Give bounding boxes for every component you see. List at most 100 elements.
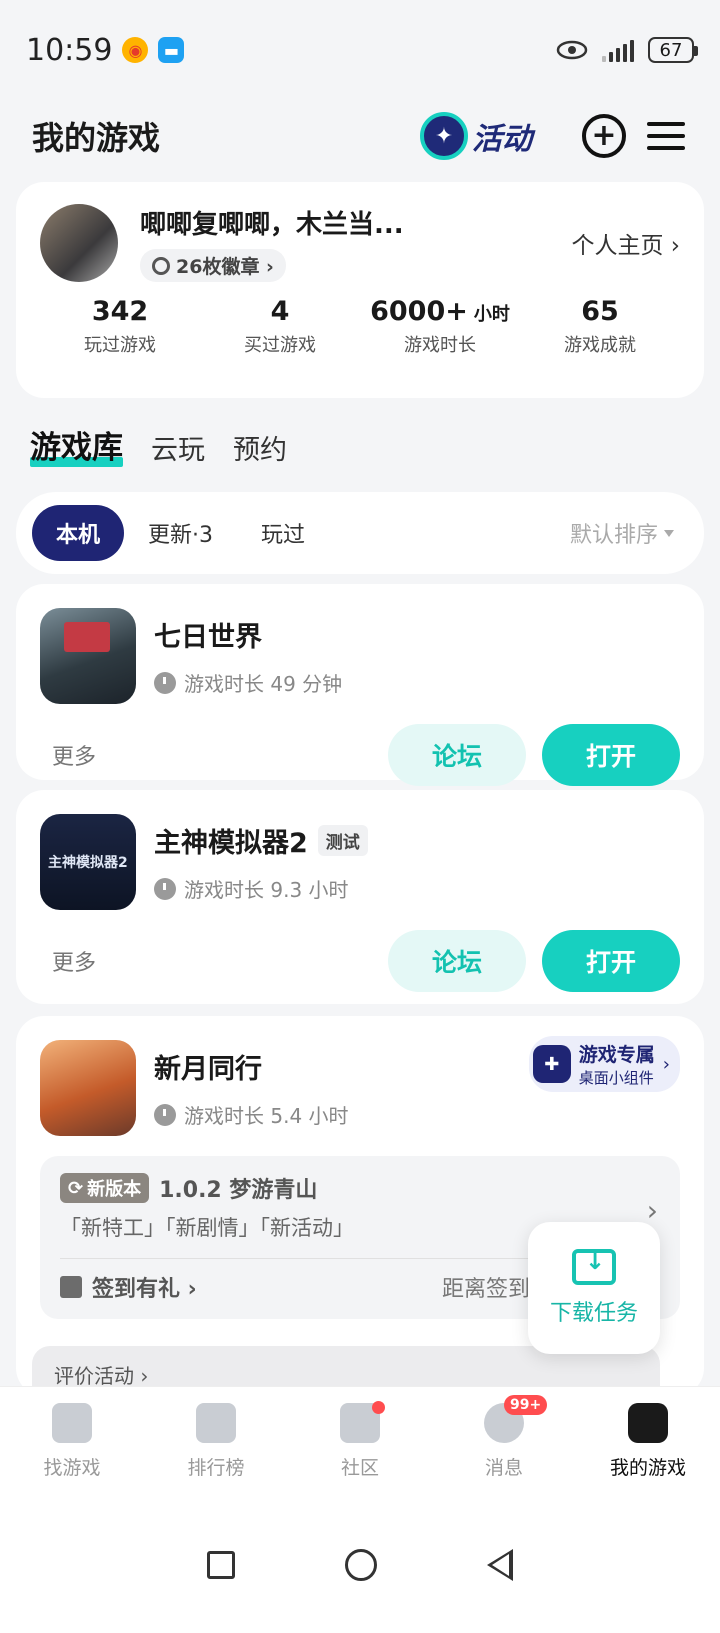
widget-button[interactable]: ✚ 游戏专属 桌面小组件 › — [528, 1036, 680, 1092]
timer-icon — [154, 877, 176, 900]
library-tabs: 游戏库 云玩 预约 — [30, 422, 287, 467]
profile-card: 唧唧复唧唧，木兰当... 26枚徽章 › 个人主页 › 342 玩过游戏 4 买… — [16, 182, 704, 398]
download-label: 下载任务 — [549, 1301, 638, 1326]
game-icon[interactable] — [40, 1040, 136, 1136]
system-nav-bar — [0, 1496, 720, 1633]
stats-row: 342 玩过游戏 4 买过游戏 6000+ 小时 游戏时长 65 游戏成就 — [40, 296, 680, 357]
game-card: 七日世界 游戏时长 49 分钟 更多 论坛 打开 — [16, 584, 704, 786]
card-actions: 更多 论坛 打开 — [40, 930, 680, 992]
playtime: 游戏时长 49 分钟 — [154, 668, 680, 697]
status-time: 10:59 — [26, 32, 113, 68]
widget-text: 游戏专属 桌面小组件 — [579, 1040, 655, 1088]
game-row: 七日世界 游戏时长 49 分钟 — [40, 608, 680, 704]
forum-button[interactable]: 论坛 — [388, 724, 526, 786]
game-name-label: 主神模拟器2 — [154, 828, 308, 859]
game-name[interactable]: 新月同行 — [154, 1047, 529, 1086]
game-name-label: 七日世界 — [154, 622, 262, 653]
chevron-right-icon: › — [662, 1053, 670, 1075]
game-name[interactable]: 主神模拟器2 测试 — [154, 821, 680, 860]
nav-find-games[interactable]: 找游戏 — [0, 1387, 144, 1496]
page-title: 我的游戏 — [32, 119, 161, 157]
badges-button[interactable]: 26枚徽章 › — [140, 249, 286, 282]
ranking-icon — [196, 1403, 236, 1443]
nav-label: 找游戏 — [43, 1457, 101, 1479]
nav-label: 消息 — [484, 1457, 523, 1479]
open-button[interactable]: 打开 — [542, 724, 680, 786]
profile-row: 唧唧复唧唧，木兰当... 26枚徽章 › 个人主页 › — [40, 204, 680, 282]
stat-value-wrap: 6000+ 小时 — [360, 296, 520, 327]
add-icon[interactable]: + — [582, 114, 626, 158]
playtime: 游戏时长 5.4 小时 — [154, 1100, 529, 1129]
eye-icon — [556, 40, 588, 60]
test-tag: 测试 — [317, 825, 368, 856]
more-link[interactable]: 更多 — [40, 945, 388, 977]
stat-label: 游戏成就 — [564, 335, 636, 356]
stat-value: 4 — [270, 296, 290, 327]
stat-played-games[interactable]: 342 玩过游戏 — [40, 296, 200, 357]
stat-label: 玩过游戏 — [84, 335, 156, 356]
home-icon[interactable] — [345, 1548, 377, 1581]
nav-messages[interactable]: 99+ 消息 — [432, 1387, 576, 1496]
filter-updates[interactable]: 更新·3 — [124, 505, 237, 561]
filter-played[interactable]: 玩过 — [237, 505, 329, 561]
activity-button[interactable]: ✦ 活动 — [420, 112, 532, 160]
more-link[interactable]: 更多 — [40, 739, 388, 771]
homepage-label: 个人主页 › — [571, 233, 680, 259]
sort-dropdown[interactable]: 默认排序 — [570, 517, 688, 549]
stat-unit: 小时 — [473, 304, 510, 325]
battery-icon: 67 — [648, 37, 698, 63]
battery-level: 67 — [659, 39, 683, 61]
back-icon[interactable] — [487, 1548, 513, 1581]
download-tasks-button[interactable]: 下载任务 — [528, 1222, 660, 1354]
tab-cloud-play[interactable]: 云玩 — [151, 428, 205, 467]
playtime-label: 游戏时长 9.3 小时 — [184, 878, 349, 902]
nav-ranking[interactable]: 排行榜 — [144, 1387, 288, 1496]
activity-label: 活动 — [472, 122, 532, 157]
game-text: 七日世界 游戏时长 49 分钟 — [154, 615, 680, 697]
timer-icon — [154, 1103, 176, 1126]
download-icon — [572, 1247, 616, 1285]
menu-icon[interactable] — [644, 114, 688, 158]
widget-subtitle: 桌面小组件 — [578, 1069, 654, 1087]
recents-icon[interactable] — [207, 1550, 235, 1579]
new-version-label: 新版本 — [87, 1179, 142, 1200]
homepage-link[interactable]: 个人主页 › — [571, 226, 680, 260]
stat-achievements[interactable]: 65 游戏成就 — [520, 296, 680, 357]
stat-value: 342 — [91, 296, 149, 327]
open-button[interactable]: 打开 — [542, 930, 680, 992]
tab-library[interactable]: 游戏库 — [30, 422, 123, 467]
game-name[interactable]: 七日世界 — [154, 615, 680, 654]
game-icon-text: 主神模拟器2 — [48, 855, 128, 871]
nav-label: 我的游戏 — [609, 1457, 686, 1479]
playtime: 游戏时长 9.3 小时 — [154, 874, 680, 903]
playtime-label: 游戏时长 49 分钟 — [184, 672, 343, 696]
weibo-icon: ◉ — [122, 37, 149, 63]
forum-button[interactable]: 论坛 — [388, 930, 526, 992]
stat-value: 65 — [581, 296, 619, 327]
gift-icon — [60, 1276, 82, 1298]
chevron-down-icon — [664, 529, 674, 537]
signal-icon — [602, 38, 634, 62]
username[interactable]: 唧唧复唧唧，木兰当... — [140, 204, 571, 241]
card-actions: 更多 论坛 打开 — [40, 724, 680, 786]
chevron-right-icon: › — [646, 1194, 658, 1227]
playtime-label: 游戏时长 5.4 小时 — [184, 1104, 349, 1128]
filter-local[interactable]: 本机 — [32, 505, 125, 561]
new-version-tag: ⟳ 新版本 — [60, 1173, 150, 1203]
status-bar: 10:59 ◉ ▬ 67 — [0, 0, 720, 100]
nav-community[interactable]: 社区 — [288, 1387, 432, 1496]
game-card: 主神模拟器2 主神模拟器2 测试 游戏时长 9.3 小时 更多 论坛 打开 — [16, 790, 704, 1004]
avatar[interactable] — [40, 204, 118, 282]
my-games-icon — [628, 1403, 668, 1443]
message-count-badge: 99+ — [504, 1395, 548, 1415]
nav-label: 社区 — [340, 1457, 379, 1479]
nav-label: 排行榜 — [187, 1457, 245, 1479]
game-name-label: 新月同行 — [154, 1054, 262, 1085]
nav-my-games[interactable]: 我的游戏 — [576, 1387, 720, 1496]
tab-reservations[interactable]: 预约 — [233, 428, 287, 467]
game-icon[interactable] — [40, 608, 136, 704]
game-icon[interactable]: 主神模拟器2 — [40, 814, 136, 910]
stat-play-time[interactable]: 6000+ 小时 游戏时长 — [360, 296, 520, 357]
stat-value: 6000+ — [370, 296, 468, 327]
stat-bought-games[interactable]: 4 买过游戏 — [200, 296, 360, 357]
